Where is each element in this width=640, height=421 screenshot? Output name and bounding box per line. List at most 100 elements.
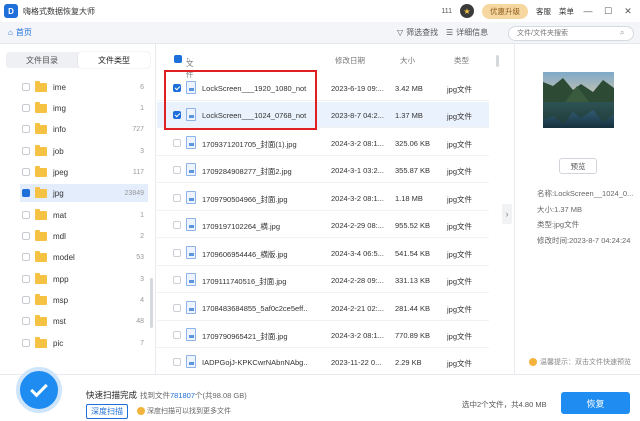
folder-count: 6 [140,83,144,91]
row-date: 2024-3-4 06:5... [331,249,384,258]
folder-checkbox[interactable] [22,275,30,283]
row-checkbox[interactable] [173,358,181,366]
folder-item-msp[interactable]: msp 4 [20,291,148,309]
folder-item-jpg[interactable]: jpg 23849 [20,184,148,202]
highlight-annotation-box [164,70,317,130]
preview-button[interactable]: 预览 [559,158,597,174]
detail-panel: 预览 名称:LockScreen__1024_0... 大小:1.37 MB 类… [514,44,640,374]
image-file-icon [186,218,196,231]
row-checkbox[interactable] [173,166,181,174]
row-checkbox[interactable] [173,304,181,312]
folder-name: mdl [53,231,66,241]
table-row[interactable]: 1708483684855_5af0c2ce5eff... 2024-2-21 0… [157,295,489,321]
header-name[interactable]: 文件名 ↑ [186,55,194,90]
row-checkbox[interactable] [173,194,181,202]
sidebar: 文件目录 文件类型 ime 6 img 1 info 727 job 3 jpeg 117… [0,44,156,374]
detail-type: 类型:jpg文件 [537,220,580,229]
preview-tip: 温馨提示：双击文件快速预览 [529,357,631,367]
folder-name: mst [53,316,66,326]
table-row[interactable]: IADPGojJ-KPKCwrNAbnNAbg... 2023-11-22 0..… [157,349,489,375]
folder-item-mst[interactable]: mst 48 [20,312,148,330]
folder-checkbox[interactable] [22,168,30,176]
folder-checkbox[interactable] [22,125,30,133]
folder-icon [35,144,47,156]
row-name: 1709790965421_封面.jpg [202,332,288,341]
row-name: IADPGojJ-KPKCwrNAbnNAbg... [202,358,307,367]
expand-panel-chevron-icon[interactable]: › [502,204,512,224]
row-name: 1709606954446_横版.jpg [202,250,288,259]
folder-item-mat[interactable]: mat 1 [20,206,148,224]
close-icon[interactable]: ✕ [622,6,634,17]
row-checkbox[interactable] [173,276,181,284]
folder-count: 48 [136,317,144,325]
folder-item-jpeg[interactable]: jpeg 117 [20,163,148,181]
folder-checkbox[interactable] [22,189,30,197]
folder-checkbox[interactable] [22,339,30,347]
row-checkbox[interactable] [173,139,181,147]
detail-info-button[interactable]: ☰ 详细信息 [446,27,488,38]
deep-scan-button[interactable]: 深度扫描 [86,404,128,419]
folder-item-info[interactable]: info 727 [20,120,148,138]
row-name: 1709111740516_封面.jpg [202,277,287,286]
folder-item-pic[interactable]: pic 7 [20,334,148,352]
folder-item-mdl[interactable]: mdl 2 [20,227,148,245]
folder-item-ime[interactable]: ime 6 [20,78,148,96]
vip-upgrade-button[interactable]: 优惠升级 [482,3,528,19]
tab-file-type[interactable]: 文件类型 [78,52,150,68]
row-type: jpg文件 [447,140,473,149]
folder-checkbox[interactable] [22,317,30,325]
recover-button[interactable]: 恢复 [561,392,630,414]
row-size: 770.89 KB [395,331,431,340]
folder-icon [35,122,47,134]
table-row[interactable]: 1709197102264_横.jpg 2024-2-29 08:... 955.5… [157,212,489,238]
toolbar: ⌂ 首页 ▽ 筛选查找 ☰ 详细信息 ⌕ [0,22,640,44]
found-count: 781807 [170,391,196,400]
list-scrollbar[interactable] [496,55,499,67]
row-type: jpg文件 [447,359,473,368]
folder-checkbox[interactable] [22,232,30,240]
header-size[interactable]: 大小 [400,55,415,66]
table-row[interactable]: 1709284908277_封面2.jpg 2024-3-1 03:2... 355… [157,157,489,183]
folder-icon [35,80,47,92]
title-bar-actions: 111 ★ 优惠升级 客服 菜单 — ☐ ✕ [441,0,634,22]
home-button[interactable]: ⌂ 首页 [8,27,32,38]
table-row[interactable]: 1709790504966_封面.jpg 2024-3-2 08:1... 1.18… [157,185,489,211]
menu-link[interactable]: 菜单 [559,6,574,17]
select-all-checkbox[interactable] [174,55,182,63]
header-date[interactable]: 修改日期 [335,55,365,66]
table-row[interactable]: 1709606954446_横版.jpg 2024-3-4 06:5... 541.… [157,240,489,266]
search-input[interactable] [508,26,634,41]
row-checkbox[interactable] [173,249,181,257]
folder-checkbox[interactable] [22,296,30,304]
folder-item-mpp[interactable]: mpp 3 [20,270,148,288]
folder-name: info [53,124,66,134]
folder-checkbox[interactable] [22,211,30,219]
folder-checkbox[interactable] [22,104,30,112]
table-row[interactable]: 1709790965421_封面.jpg 2024-3-2 08:1... 770.… [157,322,489,348]
customer-service-link[interactable]: 客服 [536,6,551,17]
folder-item-img[interactable]: img 1 [20,99,148,117]
table-row[interactable]: 1709111740516_封面.jpg 2024-2-28 09:... 331.… [157,267,489,293]
image-file-icon [186,301,196,314]
folder-item-job[interactable]: job 3 [20,142,148,160]
maximize-icon[interactable]: ☐ [602,6,614,17]
folder-checkbox[interactable] [22,83,30,91]
header-type[interactable]: 类型 [454,55,469,66]
minimize-icon[interactable]: — [582,6,594,16]
image-preview-thumbnail[interactable] [543,72,614,128]
row-date: 2024-3-2 08:1... [331,194,384,203]
vip-medal-icon[interactable]: ★ [460,4,474,18]
filter-button[interactable]: ▽ 筛选查找 [397,27,438,38]
search-icon[interactable]: ⌕ [620,28,624,38]
tab-file-directory[interactable]: 文件目录 [6,52,78,68]
sidebar-scrollbar[interactable] [150,278,153,328]
folder-checkbox[interactable] [22,253,30,261]
app-title: 嗨格式数据恢复大师 [23,6,95,16]
folder-item-model[interactable]: model 53 [20,248,148,266]
row-size: 325.06 KB [395,139,431,148]
row-checkbox[interactable] [173,331,181,339]
row-checkbox[interactable] [173,221,181,229]
table-row[interactable]: 1709371201705_封面(1).jpg 2024-3-2 08:1... 3… [157,130,489,156]
folder-checkbox[interactable] [22,147,30,155]
home-label: 首页 [15,28,32,37]
